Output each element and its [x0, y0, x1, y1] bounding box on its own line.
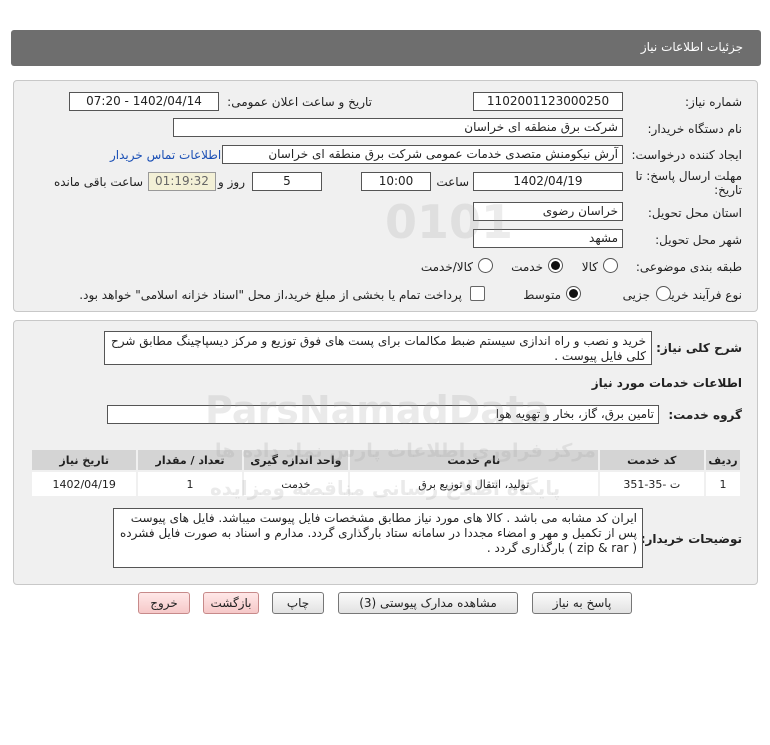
treasury-checkbox[interactable]	[470, 286, 485, 301]
page-title: جزئیات اطلاعات نیاز	[640, 40, 743, 54]
days-label: روز و	[218, 175, 245, 189]
buyer-notes-text: ایران کد مشابه می باشد . کالا های مورد ن…	[113, 508, 643, 568]
cell-quantity: 1	[136, 470, 244, 498]
need-number-field: 1102001123000250	[473, 92, 623, 111]
purchase-option-minor: جزیی	[622, 288, 650, 302]
announce-datetime-field: 1402/04/14 - 07:20	[69, 92, 219, 111]
category-option-goods-service: کالا/خدمت	[420, 260, 473, 274]
buyer-org-label: نام دستگاه خریدار:	[647, 122, 743, 136]
view-attachments-button[interactable]: مشاهده مدارک پیوستی (3)	[338, 592, 518, 614]
remaining-time-label: ساعت باقی مانده	[53, 175, 143, 189]
deadline-time-field: 10:00	[361, 172, 431, 191]
cell-unit: خدمت	[241, 470, 351, 498]
description-label: شرح کلی نیاز:	[656, 341, 742, 355]
deadline-time-label: ساعت	[436, 175, 469, 189]
buyer-notes-label: توضیحات خریدار:	[640, 532, 742, 546]
category-radio-goods[interactable]	[603, 258, 618, 273]
category-option-service: خدمت	[511, 260, 543, 274]
col-need-date: تاریخ نیاز	[29, 448, 139, 472]
back-button[interactable]: بازگشت	[203, 592, 259, 614]
requester-label: ایجاد کننده درخواست:	[631, 148, 742, 162]
deadline-days-field: 5	[252, 172, 322, 191]
purchase-radio-medium[interactable]	[566, 286, 581, 301]
need-number-label: شماره نیاز:	[685, 95, 742, 109]
deadline-date-field: 1402/04/19	[473, 172, 623, 191]
delivery-province-field: خراسان رضوی	[473, 202, 623, 221]
delivery-city-field: مشهد	[473, 229, 623, 248]
print-button[interactable]: چاپ	[272, 592, 324, 614]
requester-field: آرش نیکومنش متصدی خدمات عمومی شرکت برق م…	[222, 145, 623, 164]
cell-row: 1	[703, 470, 743, 498]
buyer-contact-link[interactable]: اطلاعات تماس خریدار	[110, 148, 221, 162]
table-header-row: ردیف کد خدمت نام خدمت واحد اندازه گیری ت…	[29, 448, 743, 472]
cell-need-date: 1402/04/19	[29, 470, 139, 498]
remaining-time-field: 01:19:32	[148, 172, 216, 191]
services-table: ردیف کد خدمت نام خدمت واحد اندازه گیری ت…	[29, 448, 743, 498]
service-group-field: تامین برق، گاز، بخار و تهویه هوا	[107, 405, 659, 424]
col-row: ردیف	[703, 448, 743, 472]
delivery-city-label: شهر محل تحویل:	[655, 233, 742, 247]
category-label: طبقه بندی موضوعی:	[635, 260, 742, 274]
announce-datetime-label: تاریخ و ساعت اعلان عمومی:	[227, 95, 372, 109]
category-radio-goods-service[interactable]	[478, 258, 493, 273]
category-radio-service[interactable]	[548, 258, 563, 273]
deadline-label-line2: تاریخ:	[714, 183, 742, 197]
services-section-title: اطلاعات خدمات مورد نیاز	[591, 376, 742, 390]
col-service-code: کد خدمت	[597, 448, 706, 472]
col-quantity: تعداد / مقدار	[136, 448, 244, 472]
purchase-option-medium: متوسط	[523, 288, 561, 302]
cell-service-code: ت -35-351	[597, 470, 706, 498]
general-info-panel	[13, 80, 758, 312]
col-service-name: نام خدمت	[348, 448, 600, 472]
deadline-label-line1: مهلت ارسال پاسخ: تا	[635, 169, 742, 183]
reply-button[interactable]: پاسخ به نیاز	[532, 592, 632, 614]
page-header: جزئیات اطلاعات نیاز	[11, 30, 761, 66]
table-row: 1 ت -35-351 تولید، انتقال و توزیع برق خد…	[29, 470, 743, 498]
exit-button[interactable]: خروج	[138, 592, 190, 614]
need-details-page: جزئیات اطلاعات نیاز شماره نیاز: 11020011…	[0, 0, 770, 745]
category-option-goods: کالا	[581, 260, 598, 274]
buyer-org-field: شرکت برق منطقه ای خراسان	[173, 118, 623, 137]
col-unit: واحد اندازه گیری	[241, 448, 351, 472]
cell-service-name: تولید، انتقال و توزیع برق	[348, 470, 600, 498]
service-group-label: گروه خدمت:	[668, 408, 742, 422]
description-text: خرید و نصب و راه اندازی سیستم ضبط مکالما…	[104, 331, 652, 365]
purchase-radio-minor[interactable]	[656, 286, 671, 301]
treasury-note: پرداخت تمام یا بخشی از مبلغ خرید،از محل …	[79, 288, 462, 302]
delivery-province-label: استان محل تحویل:	[647, 206, 742, 220]
